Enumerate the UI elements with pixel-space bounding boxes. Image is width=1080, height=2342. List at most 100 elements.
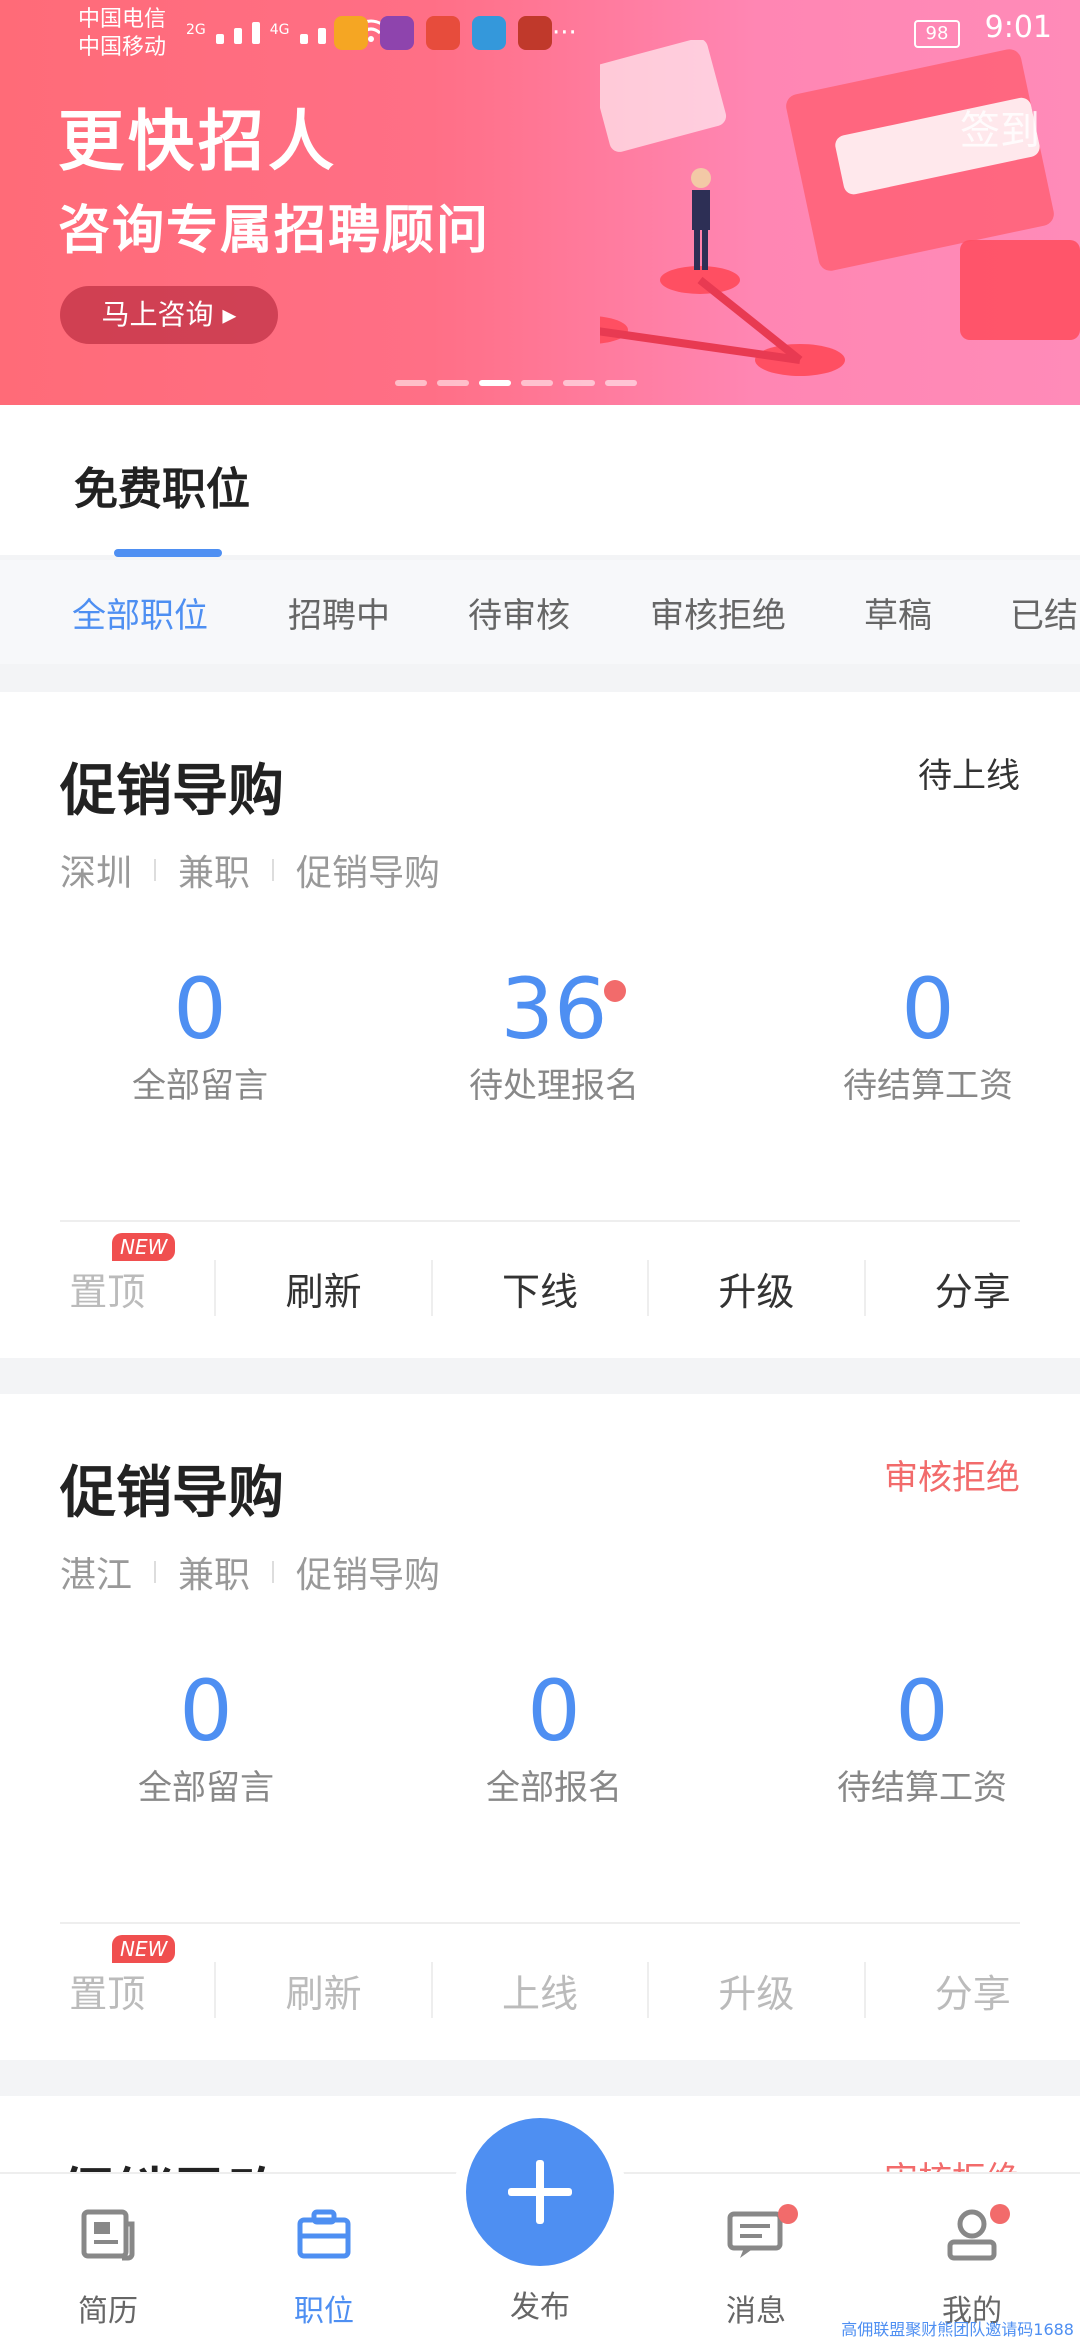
app-notification-icon <box>380 16 414 50</box>
pin-top-button[interactable]: 置顶 NEW <box>0 1934 214 2018</box>
banner-title: 更快招人 <box>58 103 338 180</box>
action-row: 置顶 NEW 刷新 上线 升级 分享 <box>0 1934 1080 2018</box>
new-badge: NEW <box>112 1934 176 1963</box>
stat-label: 全部留言 <box>132 1066 268 1106</box>
pager-dot <box>437 380 469 386</box>
carrier-2: 中国移动 <box>78 35 167 60</box>
section-header: 免费职位 <box>0 405 1080 557</box>
stat-label: 待处理报名 <box>469 1066 639 1106</box>
consult-now-label: 马上咨询 <box>101 298 214 331</box>
sign-in-button[interactable]: 签到 <box>960 98 1040 156</box>
message-icon <box>727 2211 783 2258</box>
publish-button[interactable] <box>466 2118 614 2266</box>
section-underline <box>114 549 222 557</box>
tab-all-jobs[interactable]: 全部职位 <box>72 588 208 637</box>
watermark-text: 高佣联盟聚财熊团队邀请码1688 <box>841 2320 1074 2339</box>
tab-pending-review[interactable]: 待审核 <box>468 588 570 637</box>
tab-recruiting[interactable]: 招聘中 <box>288 588 390 637</box>
stat-value: 0 <box>895 1662 949 1760</box>
nav-resume[interactable]: 简历 <box>48 2204 168 2330</box>
banner-illustration <box>600 40 1080 376</box>
nav-label: 发布 <box>510 2290 570 2325</box>
stat-label: 待结算工资 <box>843 1066 1013 1106</box>
consult-now-button[interactable]: 马上咨询 ▸ <box>60 286 278 344</box>
plus-icon <box>508 2160 572 2224</box>
unread-dot <box>778 2204 798 2224</box>
banner-pager <box>395 380 637 386</box>
nav-jobs[interactable]: 职位 <box>264 2204 384 2330</box>
job-card[interactable]: 促销导购 待上线 深圳 兼职 促销导购 0 全部留言 36 待处理报名 0 待结… <box>0 692 1080 1358</box>
job-city: 深圳 <box>60 853 133 894</box>
pin-top-label: 置顶 <box>69 1971 146 2016</box>
app-notification-icon <box>334 16 368 50</box>
clock: 9:01 <box>984 10 1052 45</box>
pager-dot <box>395 380 427 386</box>
stat-pending-applications[interactable]: 36 待处理报名 <box>404 960 704 1107</box>
carrier-info: 中国电信 中国移动 <box>78 6 166 62</box>
share-button[interactable]: 分享 <box>866 1261 1080 1316</box>
notification-app-icons <box>334 16 552 50</box>
pin-top-button[interactable]: 置顶 NEW <box>0 1232 214 1316</box>
briefcase-icon <box>297 2209 351 2259</box>
tab-drafts[interactable]: 草稿 <box>864 588 932 637</box>
unread-dot <box>604 980 626 1002</box>
pager-dot-active <box>479 380 511 386</box>
nav-publish-label-wrap[interactable]: 发布 <box>480 2282 600 2326</box>
app-notification-icon <box>518 16 552 50</box>
stat-pending-wages[interactable]: 0 待结算工资 <box>772 1662 1072 1809</box>
share-button[interactable]: 分享 <box>866 1963 1080 2018</box>
promo-banner[interactable]: 中国电信 中国移动 2G 4G ··· 98 9:01 更快招人 咨询专属招聘顾… <box>0 0 1080 405</box>
banner-subtitle: 咨询专属招聘顾问 <box>58 201 491 261</box>
net-label-1: 2G <box>186 22 206 38</box>
more-notifications-icon: ··· <box>552 18 577 48</box>
stat-all-messages[interactable]: 0 全部留言 <box>50 960 350 1107</box>
new-badge: NEW <box>112 1232 176 1261</box>
divider <box>60 1220 1020 1222</box>
resume-icon <box>81 2209 135 2261</box>
stat-value: 0 <box>179 1662 233 1760</box>
job-status: 待上线 <box>918 756 1020 796</box>
stat-label: 全部留言 <box>138 1768 274 1808</box>
job-title: 促销导购 <box>60 1461 284 1526</box>
job-title: 促销导购 <box>60 759 284 824</box>
job-type: 兼职 <box>178 853 251 894</box>
job-meta: 湛江 兼职 促销导购 <box>60 1546 440 1598</box>
go-online-button[interactable]: 上线 <box>433 1963 647 2018</box>
take-offline-button[interactable]: 下线 <box>433 1261 647 1316</box>
carrier-1: 中国电信 <box>78 7 167 32</box>
upgrade-button[interactable]: 升级 <box>649 1261 863 1316</box>
pager-dot <box>563 380 595 386</box>
stat-value: 0 <box>173 960 227 1058</box>
tab-ended[interactable]: 已结 <box>1010 588 1078 637</box>
stat-value: 0 <box>527 1662 581 1760</box>
job-type: 兼职 <box>178 1555 251 1596</box>
nav-messages[interactable]: 消息 <box>696 2204 816 2330</box>
upgrade-button[interactable]: 升级 <box>649 1963 863 2018</box>
job-city: 湛江 <box>60 1555 133 1596</box>
job-status: 审核拒绝 <box>884 1458 1020 1498</box>
stat-value: 0 <box>901 960 955 1058</box>
stat-pending-wages[interactable]: 0 待结算工资 <box>778 960 1078 1107</box>
stat-label: 待结算工资 <box>837 1768 1007 1808</box>
app-notification-icon <box>472 16 506 50</box>
stat-all-messages[interactable]: 0 全部留言 <box>56 1662 356 1809</box>
stat-value: 36 <box>500 960 608 1058</box>
nav-label: 消息 <box>726 2294 786 2329</box>
app-notification-icon <box>426 16 460 50</box>
filter-tabs: 全部职位 招聘中 待审核 审核拒绝 草稿 已结 <box>0 560 1080 664</box>
pager-dot <box>521 380 553 386</box>
tab-rejected[interactable]: 审核拒绝 <box>650 588 786 637</box>
stat-label: 全部报名 <box>486 1768 622 1808</box>
divider <box>60 1922 1020 1924</box>
stat-all-applications[interactable]: 0 全部报名 <box>404 1662 704 1809</box>
action-row: 置顶 NEW 刷新 下线 升级 分享 <box>0 1232 1080 1316</box>
nav-label: 职位 <box>294 2294 354 2329</box>
job-card[interactable]: 促销导购 审核拒绝 湛江 兼职 促销导购 0 全部留言 0 全部报名 0 待结算… <box>0 1394 1080 2060</box>
section-title[interactable]: 免费职位 <box>74 453 250 517</box>
refresh-button[interactable]: 刷新 <box>216 1261 430 1316</box>
job-category: 促销导购 <box>296 853 441 894</box>
play-arrow-icon: ▸ <box>222 298 237 331</box>
refresh-button[interactable]: 刷新 <box>216 1963 430 2018</box>
nav-profile[interactable]: 我的 <box>912 2204 1032 2330</box>
nav-label: 简历 <box>78 2294 138 2329</box>
